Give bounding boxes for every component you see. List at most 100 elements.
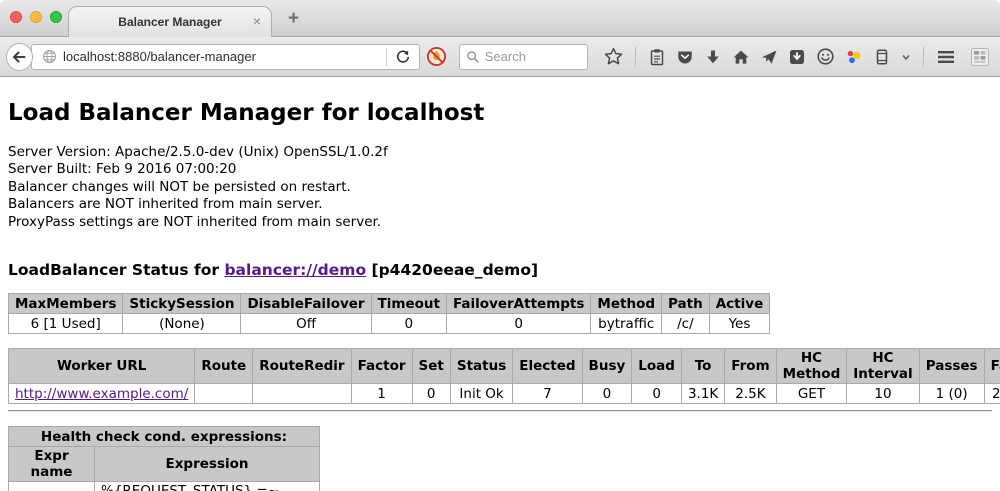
col-to: To <box>681 349 724 384</box>
page-content: Load Balancer Manager for localhost Serv… <box>0 77 1000 491</box>
smiley-icon[interactable] <box>816 47 835 66</box>
col-expression: Expression <box>95 447 320 482</box>
chevron-down-icon[interactable] <box>901 52 911 62</box>
worker-url-link[interactable]: http://www.example.com/ <box>15 386 188 402</box>
section-divider <box>8 410 992 412</box>
browser-window: Balancer Manager × + localhost:8880/bala… <box>0 0 1000 491</box>
colored-dots-extension-icon[interactable] <box>845 48 863 66</box>
back-button[interactable] <box>6 43 33 71</box>
col-failoverattempts: FailoverAttempts <box>447 294 591 314</box>
col-busy: Busy <box>582 349 632 384</box>
cell-status: Init Ok <box>450 384 512 404</box>
cell-disablefailover: Off <box>241 314 371 334</box>
col-active: Active <box>709 294 770 314</box>
col-from: From <box>725 349 776 384</box>
table-row: 6 [1 Used] (None) Off 0 0 bytraffic /c/ … <box>9 314 770 334</box>
col-path: Path <box>662 294 710 314</box>
minimize-window-button[interactable] <box>30 11 42 23</box>
new-tab-button[interactable]: + <box>288 8 299 30</box>
tab-bar: Balancer Manager × + <box>0 0 1000 37</box>
zoom-window-button[interactable] <box>50 11 62 23</box>
server-version-line: Server Version: Apache/2.5.0-dev (Unix) … <box>8 144 992 161</box>
cell-routeredir <box>253 384 351 404</box>
plugin-block-button[interactable] <box>424 44 449 70</box>
search-placeholder: Search <box>485 49 526 64</box>
tab-groups-grid-icon[interactable] <box>970 47 990 67</box>
toolbar-separator <box>923 47 924 67</box>
cell-active: Yes <box>709 314 770 334</box>
urlbar-divider <box>386 48 387 66</box>
col-load: Load <box>632 349 682 384</box>
col-expr-name: Expr name <box>9 447 95 482</box>
col-route: Route <box>195 349 253 384</box>
cell-expr-name: foof <box>9 482 95 491</box>
url-bar[interactable]: localhost:8880/balancer-manager <box>31 44 420 70</box>
cell-set: 0 <box>412 384 450 404</box>
search-icon <box>466 50 480 64</box>
col-worker-url: Worker URL <box>9 349 195 384</box>
reload-button[interactable] <box>391 45 415 69</box>
server-built-line: Server Built: Feb 9 2016 07:00:20 <box>8 161 992 178</box>
home-icon[interactable] <box>732 48 750 66</box>
cell-stickysession: (None) <box>123 314 241 334</box>
col-disablefailover: DisableFailover <box>241 294 371 314</box>
cell-method: bytraffic <box>591 314 662 334</box>
col-factor: Factor <box>351 349 412 384</box>
server-info: Server Version: Apache/2.5.0-dev (Unix) … <box>8 144 992 231</box>
balancer-demo-link[interactable]: balancer://demo <box>224 261 366 279</box>
search-bar[interactable]: Search <box>459 44 588 70</box>
cell-route <box>195 384 253 404</box>
col-timeout: Timeout <box>371 294 446 314</box>
cell-expression: %{REQUEST_STATUS} =~ /^[234]/ <box>95 482 320 491</box>
col-stickysession: StickySession <box>123 294 241 314</box>
square-download-icon[interactable] <box>788 48 806 66</box>
worker-status-table: Worker URL Route RouteRedir Factor Set S… <box>8 348 1000 404</box>
bookmark-star-icon[interactable] <box>604 47 623 66</box>
cell-path: /c/ <box>662 314 710 334</box>
balancer-settings-table: MaxMembers StickySession DisableFailover… <box>8 293 770 334</box>
col-method: Method <box>591 294 662 314</box>
inherit-note-line: Balancers are NOT inherited from main se… <box>8 196 992 213</box>
tab-close-icon[interactable]: × <box>253 14 261 28</box>
plugin-block-icon <box>426 46 447 67</box>
col-status: Status <box>450 349 512 384</box>
toolbar-icons <box>604 47 911 67</box>
cell-worker-url: http://www.example.com/ <box>9 384 195 404</box>
tab-title: Balancer Manager <box>118 15 221 29</box>
menu-hamburger-icon[interactable] <box>936 47 956 67</box>
col-passes: Passes <box>919 349 984 384</box>
proxypass-note-line: ProxyPass settings are NOT inherited fro… <box>8 214 992 231</box>
col-routeredir: RouteRedir <box>253 349 351 384</box>
table-row: http://www.example.com/ 1 0 Init Ok 7 0 … <box>9 384 1000 404</box>
clipboard-icon[interactable] <box>648 48 666 66</box>
url-text[interactable]: localhost:8880/balancer-manager <box>63 49 382 64</box>
tab-balancer-manager[interactable]: Balancer Manager × <box>68 6 272 37</box>
heading-prefix: LoadBalancer Status for <box>8 261 219 279</box>
cell-failoverattempts: 0 <box>447 314 591 334</box>
cell-elected: 7 <box>513 384 582 404</box>
col-hc-method: HC Method <box>776 349 847 384</box>
navigation-toolbar: localhost:8880/balancer-manager Search <box>0 37 1000 77</box>
table-header-row: MaxMembers StickySession DisableFailover… <box>9 294 770 314</box>
col-fails: Fails <box>984 349 1000 384</box>
col-maxmembers: MaxMembers <box>9 294 123 314</box>
download-arrow-icon[interactable] <box>704 48 722 66</box>
cell-timeout: 0 <box>371 314 446 334</box>
close-window-button[interactable] <box>10 11 22 23</box>
table-header-row: Expr name Expression <box>9 447 320 482</box>
cell-hc-interval: 10 <box>847 384 919 404</box>
heading-suffix: [p4420eeae_demo] <box>372 261 539 279</box>
send-icon[interactable] <box>760 48 778 66</box>
container-icon[interactable] <box>873 48 891 66</box>
pocket-icon[interactable] <box>676 48 694 66</box>
cell-passes: 1 (0) <box>919 384 984 404</box>
cell-load: 0 <box>632 384 682 404</box>
reload-icon <box>395 49 411 65</box>
globe-icon <box>42 49 57 64</box>
health-table-title: Health check cond. expressions: <box>9 427 320 447</box>
page-title: Load Balancer Manager for localhost <box>8 77 992 126</box>
col-elected: Elected <box>513 349 582 384</box>
col-set: Set <box>412 349 450 384</box>
cell-maxmembers: 6 [1 Used] <box>9 314 123 334</box>
back-arrow-icon <box>10 48 28 66</box>
